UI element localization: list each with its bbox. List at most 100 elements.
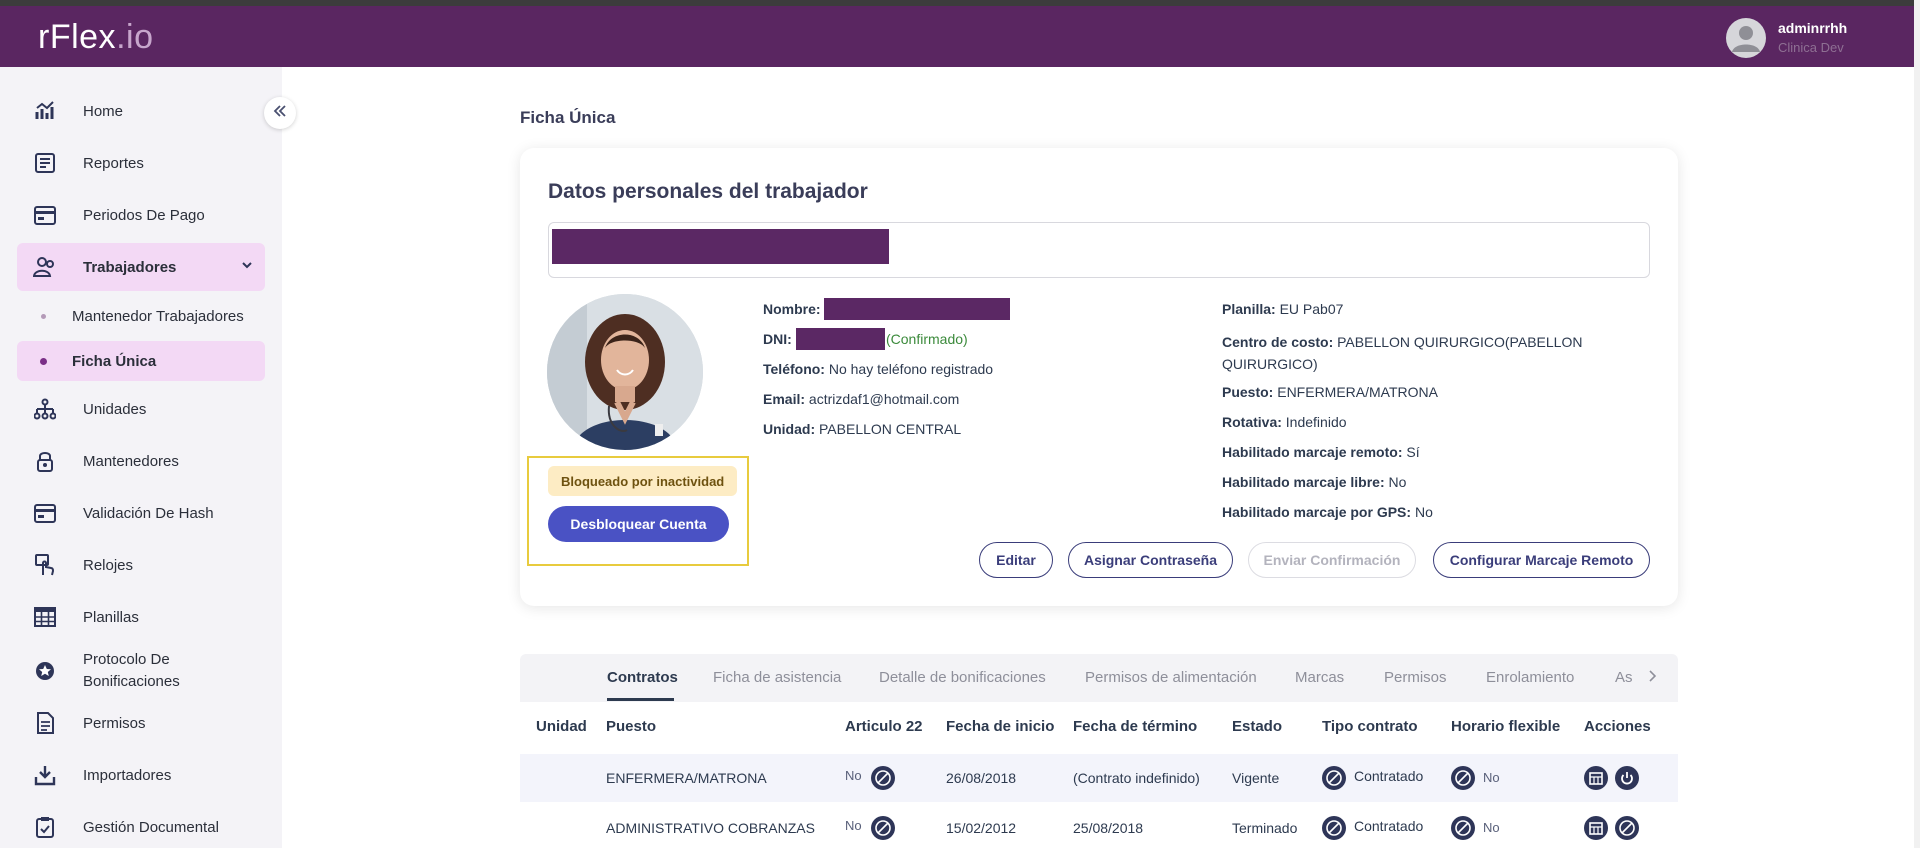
tabs-scroll-right-button[interactable]: [1644, 668, 1660, 689]
user-organization: Clinica Dev: [1778, 40, 1844, 55]
info-centro-costo: Centro de costo: PABELLON QUIRURGICO(PAB…: [1222, 334, 1583, 372]
sidebar-item-unidades[interactable]: Unidades: [17, 385, 265, 433]
sidebar-subitem-mantenedor-trabajadores[interactable]: Mantenedor Trabajadores: [17, 296, 265, 336]
sidebar-item-permisos[interactable]: Permisos: [17, 699, 265, 747]
calendar-card-icon: [31, 201, 59, 229]
tab-contratos[interactable]: Contratos: [607, 669, 678, 686]
user-name: adminrrhh: [1778, 20, 1848, 36]
tab-ficha-asistencia[interactable]: Ficha de asistencia: [713, 669, 841, 686]
sidebar-item-periodos[interactable]: Periodos De Pago: [17, 191, 265, 239]
tab-permisos[interactable]: Permisos: [1384, 669, 1447, 686]
unlock-account-button[interactable]: Desbloquear Cuenta: [548, 506, 729, 542]
redacted-block: [552, 229, 889, 264]
lock-icon: [31, 447, 59, 475]
scrollbar-track[interactable]: [1914, 0, 1920, 848]
sidebar-item-protocolo-bonificaciones[interactable]: Protocolo De Bonificaciones: [17, 647, 265, 695]
column-header-tipo-contrato: Tipo contrato: [1322, 718, 1418, 735]
cell-horario-flexible: No: [1483, 770, 1500, 785]
user-icon: [1732, 26, 1760, 52]
sidebar-item-home[interactable]: Home: [17, 87, 265, 135]
app-logo[interactable]: rFlex.io: [38, 18, 153, 57]
page-title: Ficha Única: [520, 108, 616, 127]
info-marcaje-gps: Habilitado marcaje por GPS: No: [1222, 504, 1433, 520]
users-icon: [31, 253, 59, 281]
assign-password-button[interactable]: Asignar Contraseña: [1068, 542, 1233, 578]
chevron-down-icon: [241, 258, 253, 275]
cell-puesto: ENFERMERA/MATRONA: [606, 770, 767, 786]
card-title: Datos personales del trabajador: [548, 180, 868, 203]
info-puesto: Puesto: ENFERMERA/MATRONA: [1222, 384, 1438, 400]
cell-fecha-termino: (Contrato indefinido): [1073, 770, 1200, 786]
cell-horario-flexible: No: [1483, 820, 1500, 835]
info-email: Email: actrizdaf1@hotmail.com: [763, 391, 960, 407]
tab-detalle-bonificaciones[interactable]: Detalle de bonificaciones: [879, 669, 1046, 686]
info-planilla: Planilla: EU Pab07: [1222, 301, 1344, 317]
avatar: [1726, 18, 1766, 58]
org-tree-icon: [31, 395, 59, 423]
power-icon[interactable]: [1615, 766, 1639, 790]
checklist-icon: [31, 813, 59, 841]
column-header-unidad: Unidad: [536, 718, 587, 735]
info-marcaje-remoto: Habilitado marcaje remoto: Sí: [1222, 444, 1420, 460]
cell-puesto: ADMINISTRATIVO COBRANZAS: [606, 820, 815, 836]
worker-card: Datos personales del trabajador Bloquead…: [520, 148, 1678, 606]
no-access-icon: [871, 816, 895, 840]
cell-articulo22: No: [845, 818, 862, 833]
cell-fecha-termino: 25/08/2018: [1073, 820, 1144, 836]
touch-icon: [31, 551, 59, 579]
column-header-fecha-termino: Fecha de término: [1073, 718, 1198, 735]
tab-permisos-alimentacion[interactable]: Permisos de alimentación: [1085, 669, 1257, 686]
cell-tipo-contrato: Contratado: [1354, 768, 1424, 784]
document-icon: [31, 709, 59, 737]
info-nombre: Nombre:: [763, 301, 821, 317]
sidebar-item-importadores[interactable]: Importadores: [17, 751, 265, 799]
no-access-icon: [1451, 766, 1475, 790]
sidebar-item-validacion-hash[interactable]: Validación De Hash: [17, 489, 265, 537]
chevron-right-icon: [1649, 670, 1657, 682]
grid-icon: [31, 603, 59, 631]
bullet-icon: [40, 357, 47, 365]
no-access-icon: [1322, 816, 1346, 840]
column-header-articulo22: Articulo 22: [845, 718, 923, 735]
edit-button[interactable]: Editar: [979, 542, 1053, 578]
card-icon: [31, 499, 59, 527]
download-icon: [31, 761, 59, 789]
column-header-fecha-inicio: Fecha de inicio: [946, 718, 1055, 735]
no-access-icon[interactable]: [1615, 816, 1639, 840]
cell-estado: Vigente: [1232, 770, 1280, 786]
calendar-action-icon[interactable]: [1584, 816, 1608, 840]
sidebar-item-reportes[interactable]: Reportes: [17, 139, 265, 187]
double-chevron-left-icon: [272, 103, 288, 124]
active-tab-indicator: [607, 698, 674, 701]
worker-selector-field[interactable]: [548, 222, 1650, 278]
configure-remote-marking-button[interactable]: Configurar Marcaje Remoto: [1433, 542, 1650, 578]
cell-articulo22: No: [845, 768, 862, 783]
calendar-action-icon[interactable]: [1584, 766, 1608, 790]
send-confirmation-button[interactable]: Enviar Confirmación: [1248, 542, 1416, 578]
cell-fecha-inicio: 15/02/2012: [946, 820, 1017, 836]
sidebar-item-relojes[interactable]: Relojes: [17, 541, 265, 589]
chart-icon: [31, 97, 59, 125]
redacted-block: [824, 298, 1010, 320]
column-header-estado: Estado: [1232, 718, 1283, 735]
sidebar-subitem-ficha-unica[interactable]: Ficha Única: [17, 341, 265, 381]
tab-enrolamiento[interactable]: Enrolamiento: [1486, 669, 1574, 686]
sidebar-item-trabajadores[interactable]: Trabajadores: [17, 243, 265, 291]
sidebar-item-planillas[interactable]: Planillas: [17, 593, 265, 641]
report-icon: [31, 149, 59, 177]
tab-truncated[interactable]: As: [1615, 669, 1633, 686]
sidebar-item-mantenedores[interactable]: Mantenedores: [17, 437, 265, 485]
user-menu[interactable]: adminrrhh Clinica Dev: [1726, 16, 1866, 58]
cell-fecha-inicio: 26/08/2018: [946, 770, 1017, 786]
redacted-block: [796, 328, 885, 350]
no-access-icon: [871, 766, 895, 790]
column-header-acciones: Acciones: [1584, 718, 1651, 735]
bullet-icon: [41, 313, 46, 319]
app-header: rFlex.io adminrrhh Clinica Dev: [0, 6, 1916, 67]
tab-marcas[interactable]: Marcas: [1295, 669, 1344, 686]
worker-photo: [547, 294, 703, 450]
sidebar-item-gestion-documental[interactable]: Gestión Documental: [17, 803, 265, 848]
cell-tipo-contrato: Contratado: [1354, 818, 1424, 834]
info-dni: DNI:: [763, 331, 792, 347]
collapse-sidebar-button[interactable]: [264, 97, 296, 129]
